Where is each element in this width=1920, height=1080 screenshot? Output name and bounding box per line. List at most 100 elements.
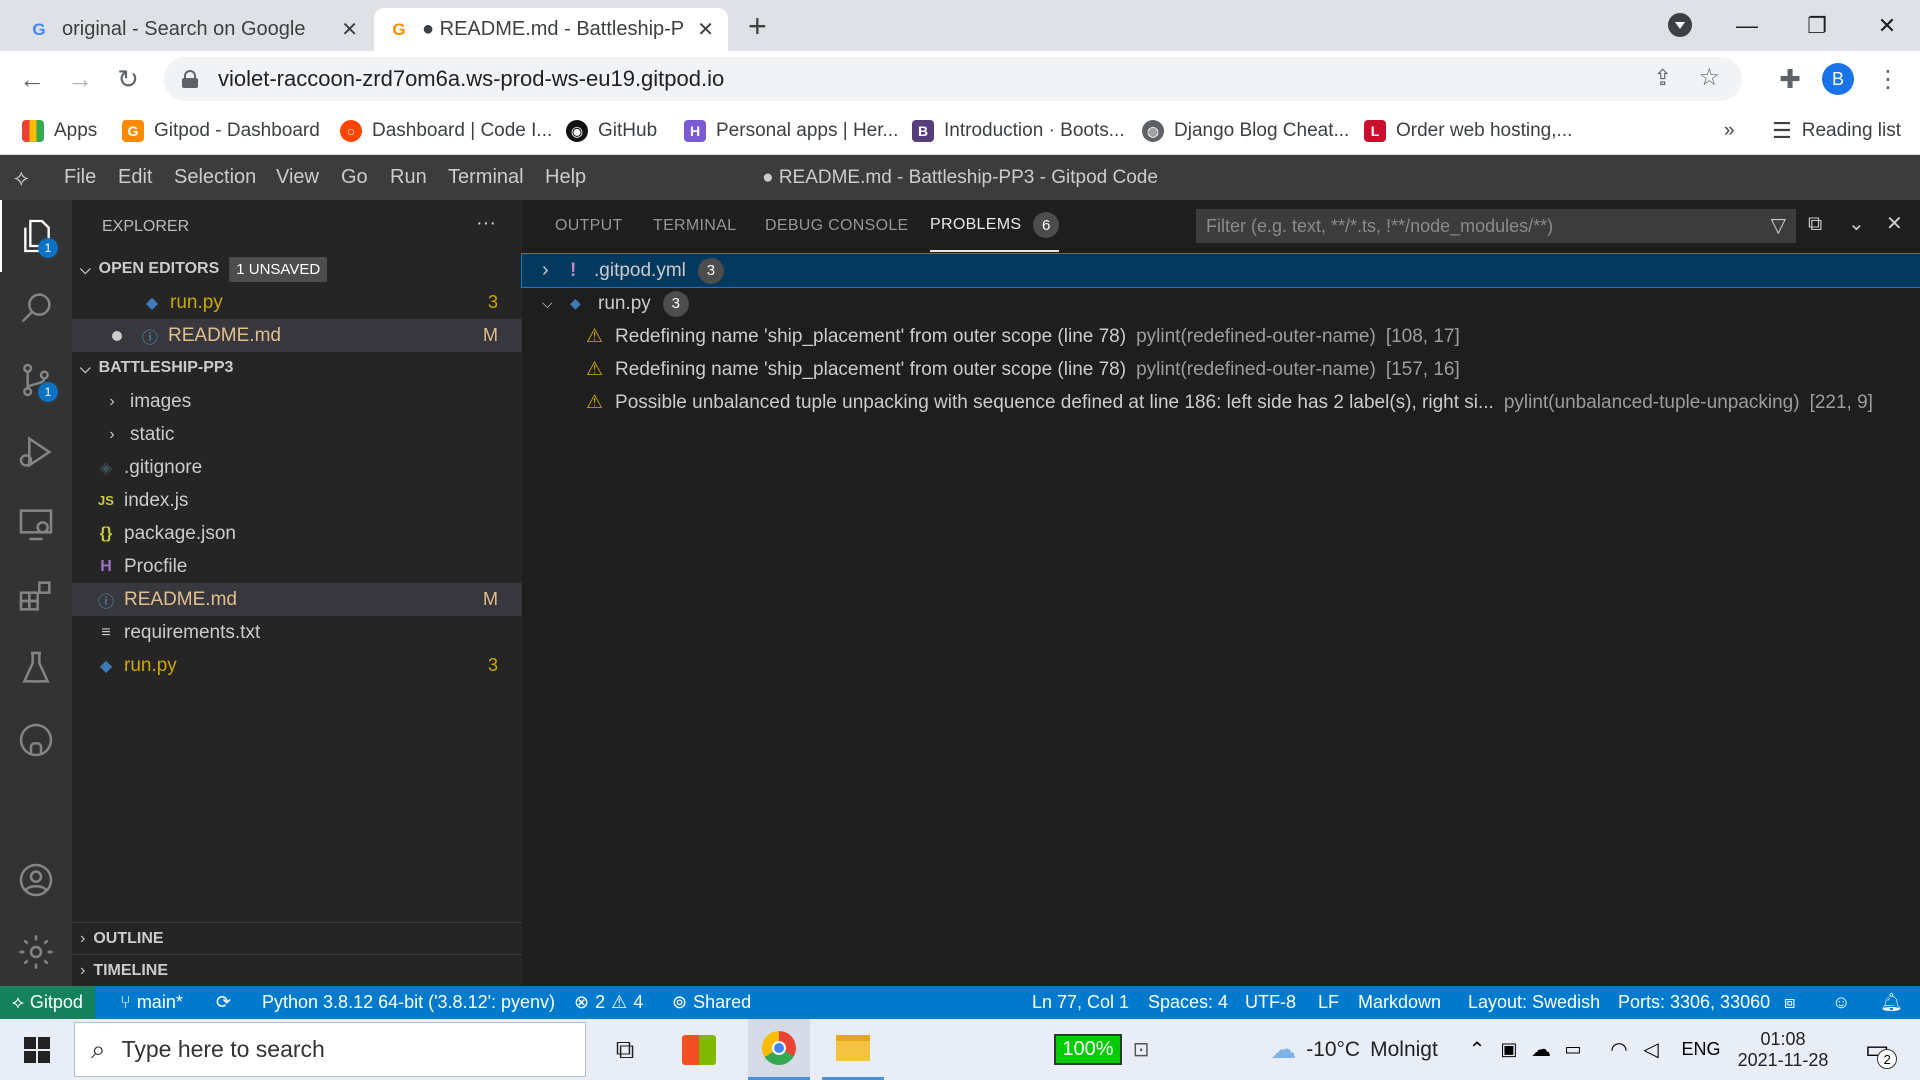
file-gitignore[interactable]: ◈ .gitignore — [72, 451, 522, 484]
problem-item[interactable]: ⚠ Redefining name 'ship_placement' from … — [522, 320, 1920, 353]
run-debug-icon[interactable] — [0, 416, 72, 488]
bookmark-apps[interactable]: Apps — [22, 115, 97, 147]
file-index-js[interactable]: JS index.js — [72, 484, 522, 517]
wifi-icon[interactable]: ◠ — [1604, 1019, 1634, 1080]
bookmarks-overflow[interactable]: » — [1724, 115, 1735, 147]
problems-filter-input[interactable]: Filter (e.g. text, **/*.ts, !**/node_mod… — [1196, 209, 1796, 243]
cursor-position[interactable]: Ln 77, Col 1 — [1032, 986, 1129, 1019]
search-icon[interactable] — [0, 272, 72, 344]
problem-item[interactable]: ⚠ Redefining name 'ship_placement' from … — [522, 353, 1920, 386]
profile-avatar[interactable]: B — [1822, 63, 1854, 95]
collapse-all-icon[interactable]: ⧉ — [1808, 213, 1822, 236]
explorer-files-icon[interactable]: 1 — [0, 200, 72, 272]
restore-icon[interactable]: ❐ — [1782, 0, 1852, 51]
file-requirements[interactable]: ≡ requirements.txt — [72, 616, 522, 649]
open-editor-readme[interactable]: ⓘ README.md M — [72, 319, 522, 352]
volume-icon[interactable]: ◁ — [1636, 1019, 1666, 1080]
menu-edit[interactable]: Edit — [118, 155, 152, 200]
chrome-taskbar-icon[interactable] — [748, 1019, 810, 1080]
source-control-icon[interactable]: 1 — [0, 344, 72, 416]
bookmark-github[interactable]: ◉ GitHub — [566, 115, 657, 147]
end-of-line[interactable]: LF — [1318, 986, 1339, 1019]
tab-problems[interactable]: PROBLEMS 6 — [930, 200, 1060, 252]
tab-output[interactable]: OUTPUT — [555, 200, 623, 252]
folder-static[interactable]: › static — [72, 418, 522, 451]
input-language[interactable]: ENG — [1676, 1019, 1726, 1080]
bookmark-hosting[interactable]: L Order web hosting,... — [1364, 115, 1572, 147]
minimize-icon[interactable]: — — [1712, 0, 1782, 51]
github-icon[interactable] — [0, 704, 72, 776]
new-tab-plus-icon[interactable]: + — [748, 8, 767, 45]
chrome-menu-icon[interactable]: ⋮ — [1870, 61, 1906, 97]
menu-file[interactable]: File — [64, 155, 96, 200]
forward-arrow-icon[interactable]: → — [62, 61, 98, 97]
open-editor-run-py[interactable]: ◆ run.py 3 — [72, 286, 522, 319]
indentation[interactable]: Spaces: 4 — [1148, 986, 1228, 1019]
remote-explorer-icon[interactable] — [0, 488, 72, 560]
action-center-icon[interactable]: ▭ 2 — [1852, 1019, 1902, 1080]
filter-funnel-icon[interactable]: ▽ — [1771, 213, 1786, 238]
problem-item[interactable]: ⚠ Possible unbalanced tuple unpacking wi… — [522, 386, 1920, 419]
bookmark-bootstrap[interactable]: B Introduction · Boots... — [912, 115, 1125, 147]
meet-now-icon[interactable]: ▣ — [1494, 1019, 1524, 1080]
branch-status[interactable]: ⑂ main* — [120, 986, 183, 1019]
file-readme[interactable]: ⓘ README.md M — [72, 583, 522, 616]
notifications-bell-icon[interactable]: 🔔︎ — [1880, 986, 1903, 1019]
menu-go[interactable]: Go — [341, 155, 368, 200]
task-view-icon[interactable]: ⧉ — [598, 1019, 652, 1080]
bookmark-django[interactable]: ◍ Django Blog Cheat... — [1142, 115, 1349, 147]
battery-icon[interactable]: ▭ — [1558, 1019, 1588, 1080]
python-interpreter[interactable]: Python 3.8.12 64-bit ('3.8.12': pyenv) — [262, 986, 555, 1019]
close-panel-icon[interactable]: ✕ — [1886, 211, 1903, 236]
battery-indicator[interactable]: 100% — [1050, 1019, 1126, 1080]
problem-group-gitpod-yml[interactable]: › ! .gitpod.yml 3 — [521, 253, 1920, 288]
language-mode[interactable]: Markdown — [1358, 986, 1441, 1019]
menu-view[interactable]: View — [276, 155, 319, 200]
more-actions-icon[interactable]: ··· — [476, 212, 496, 235]
problem-group-run-py[interactable]: ⌵ ◆ run.py 3 — [522, 287, 1920, 320]
file-procfile[interactable]: H Procfile — [72, 550, 522, 583]
extensions-icon[interactable] — [0, 560, 72, 632]
project-header[interactable]: ⌵ BATTLESHIP-PP3 — [72, 352, 522, 384]
extensions-puzzle-icon[interactable]: ✚ — [1772, 61, 1808, 97]
accounts-icon[interactable] — [0, 844, 72, 916]
gitpod-status[interactable]: ⟡ Gitpod — [0, 986, 95, 1019]
outline-header[interactable]: › OUTLINE — [72, 922, 522, 954]
bookmark-heroku[interactable]: H Personal apps | Her... — [684, 115, 898, 147]
weather-widget[interactable]: ☁ -10°C Molnigt — [1254, 1019, 1454, 1080]
encoding[interactable]: UTF-8 — [1245, 986, 1296, 1019]
share-icon[interactable]: ⇪ — [1654, 65, 1672, 91]
settings-gear-icon[interactable] — [0, 916, 72, 988]
sync-icon[interactable]: ⟳ — [216, 986, 231, 1019]
onedrive-cloud-icon[interactable]: ☁ — [1526, 1019, 1556, 1080]
mouse-icon[interactable]: ⊡ — [1126, 1019, 1156, 1080]
bookmark-code-institute[interactable]: ○ Dashboard | Code I... — [340, 115, 552, 147]
timeline-header[interactable]: › TIMELINE — [72, 954, 522, 986]
window-close-icon[interactable]: ✕ — [1852, 0, 1920, 51]
bookmark-star-icon[interactable]: ☆ — [1698, 63, 1720, 92]
bookmark-gitpod[interactable]: G Gitpod - Dashboard — [122, 115, 320, 147]
feedback-icon[interactable]: ☺ — [1832, 986, 1850, 1019]
live-share-status[interactable]: ⊚ Shared — [672, 986, 751, 1019]
browser-tab-gitpod[interactable]: G ● README.md - Battleship-PP3 - Gitpod … — [374, 8, 728, 51]
keyboard-layout[interactable]: Layout: Swedish — [1468, 986, 1600, 1019]
menu-run[interactable]: Run — [390, 155, 427, 200]
address-bar[interactable]: violet-raccoon-zrd7om6a.ws-prod-ws-eu19.… — [164, 57, 1742, 101]
back-arrow-icon[interactable]: ← — [14, 61, 50, 97]
clock[interactable]: 01:08 2021-11-28 — [1728, 1019, 1838, 1080]
file-package-json[interactable]: {} package.json — [72, 517, 522, 550]
open-editors-header[interactable]: ⌵ OPEN EDITORS 1 UNSAVED — [72, 253, 522, 285]
microsoft-store-icon[interactable] — [672, 1019, 726, 1080]
browser-tab-google[interactable]: G original - Search on Google ✕ — [14, 8, 372, 51]
folder-images[interactable]: › images — [72, 385, 522, 418]
close-icon[interactable]: ✕ — [697, 17, 714, 42]
tab-terminal[interactable]: TERMINAL — [653, 200, 736, 252]
menu-terminal[interactable]: Terminal — [448, 155, 524, 200]
menu-selection[interactable]: Selection — [174, 155, 256, 200]
windows-start-icon[interactable] — [10, 1019, 64, 1080]
problems-status[interactable]: ⊗ 2 ⚠ 4 — [574, 986, 643, 1019]
taskbar-search-input[interactable]: ⌕ Type here to search — [74, 1022, 586, 1077]
reading-list[interactable]: ☰ Reading list — [1772, 115, 1901, 147]
file-run-py[interactable]: ◆ run.py 3 — [72, 649, 522, 682]
show-hidden-icons-chevron-icon[interactable]: ⌃ — [1462, 1019, 1492, 1080]
